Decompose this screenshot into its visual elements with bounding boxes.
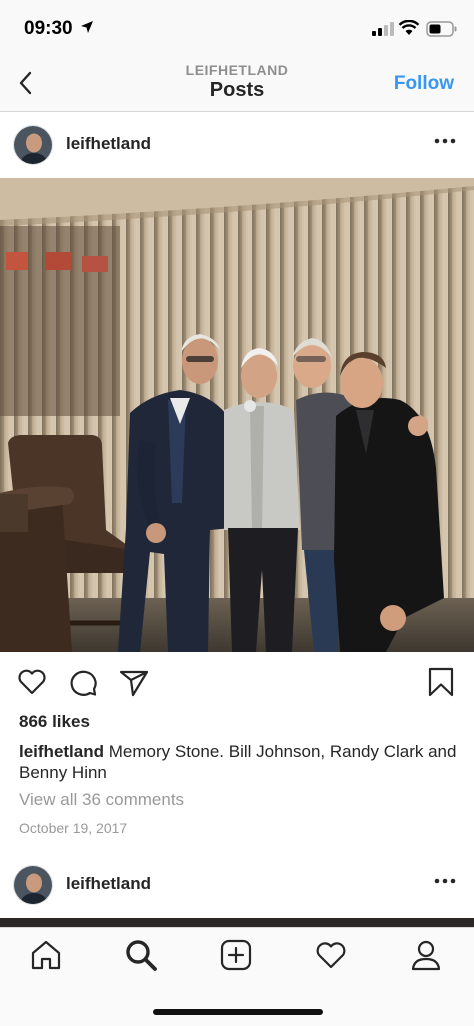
activity-heart-icon[interactable] (314, 938, 348, 972)
comment-bubble-icon[interactable] (67, 666, 99, 698)
post-caption: leifhetland Memory Stone. Bill Johnson, … (19, 741, 459, 783)
post-image[interactable] (0, 178, 474, 652)
wifi-icon (398, 20, 420, 35)
bookmark-icon[interactable] (425, 666, 457, 698)
next-post-header: leifhetland (0, 852, 474, 918)
cellular-signal-icon (372, 22, 394, 36)
view-comments-link[interactable]: View all 36 comments (19, 790, 184, 810)
more-dots-icon[interactable] (434, 877, 456, 885)
add-post-icon[interactable] (219, 938, 253, 972)
home-indicator[interactable] (153, 1009, 323, 1015)
heart-icon[interactable] (16, 666, 48, 698)
avatar[interactable] (13, 865, 53, 905)
location-arrow-icon (81, 21, 93, 33)
avatar[interactable] (13, 125, 53, 165)
search-icon[interactable] (124, 938, 158, 972)
post-actions (0, 652, 474, 712)
post-header: leifhetland (0, 112, 474, 178)
battery-icon (426, 21, 457, 37)
next-post-image[interactable] (0, 918, 474, 927)
more-dots-icon[interactable] (434, 137, 456, 145)
status-bar: 09:30 (0, 0, 474, 56)
profile-icon[interactable] (409, 938, 443, 972)
home-icon[interactable] (29, 938, 63, 972)
post-date: October 19, 2017 (19, 820, 128, 836)
paper-plane-icon[interactable] (118, 666, 150, 698)
nav-header: LEIFHETLAND Posts Follow (0, 56, 474, 112)
likes-count[interactable]: 866 likes (19, 712, 90, 732)
status-time: 09:30 (24, 18, 73, 39)
caption-username[interactable]: leifhetland (19, 742, 104, 761)
next-post-username[interactable]: leifhetland (66, 874, 151, 894)
post-username[interactable]: leifhetland (66, 134, 151, 154)
follow-button[interactable]: Follow (394, 73, 454, 95)
